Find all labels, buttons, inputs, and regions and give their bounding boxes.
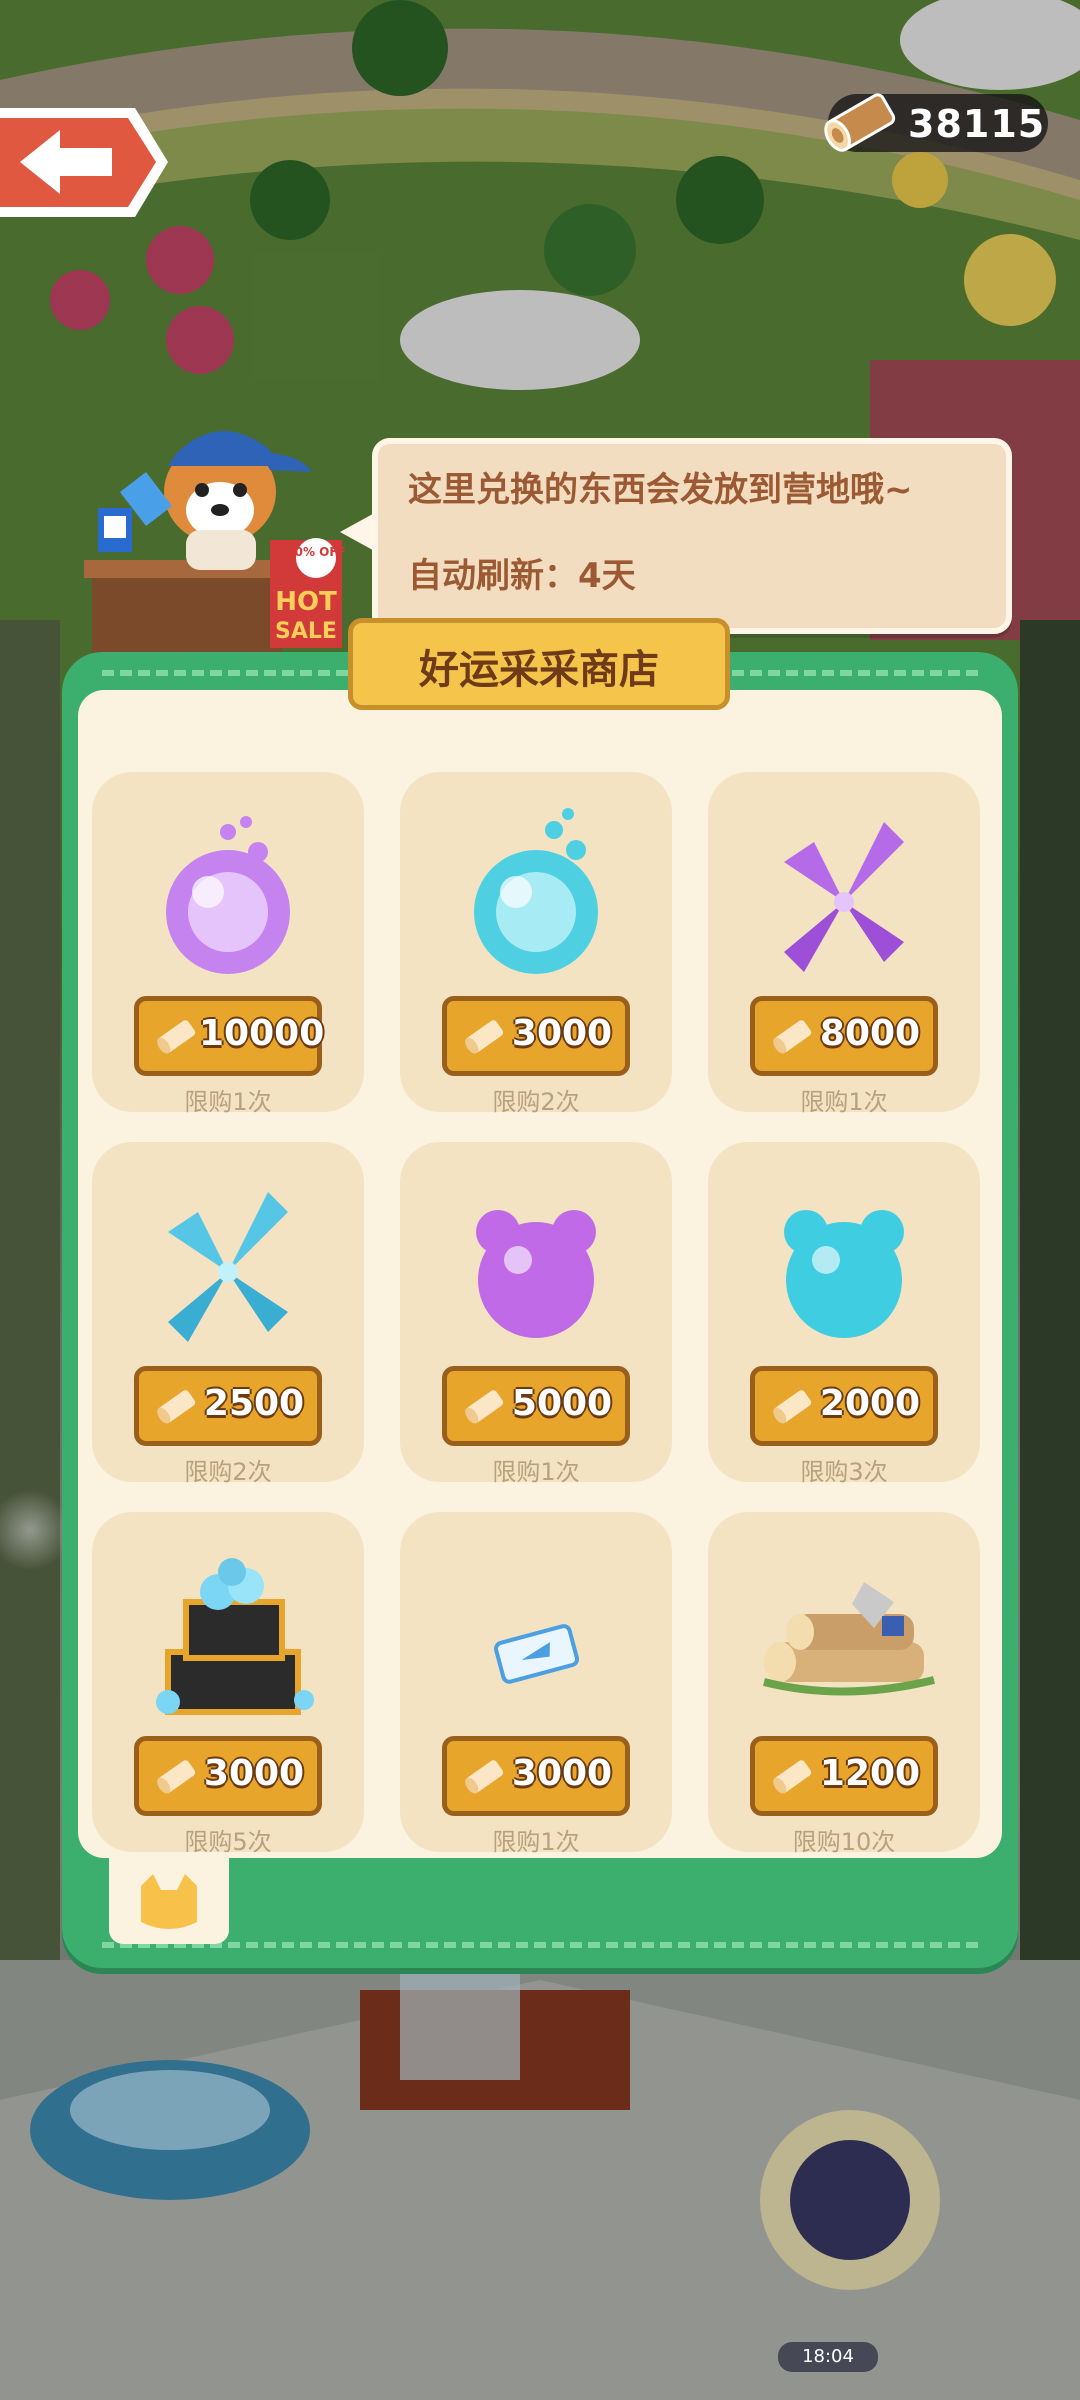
refresh-timer: 自动刷新：4天 (408, 556, 636, 596)
shop-item-purple-pinwheel[interactable]: 8000 限购1次 (708, 772, 980, 1116)
wood-log-icon (465, 1390, 504, 1424)
price-value: 2500 (203, 1383, 305, 1424)
wood-log-icon (824, 93, 896, 152)
hot-text: HOT (275, 587, 337, 617)
purchase-limit: 限购1次 (492, 1458, 580, 1486)
wood-logs-icon (763, 1582, 935, 1696)
delivery-note: 这里兑换的东西会发放到营地哦~ (408, 470, 913, 510)
price-value: 10000 (199, 1013, 325, 1054)
cat-tab-icon (141, 1874, 197, 1929)
purchase-limit: 限购2次 (184, 1458, 272, 1486)
shop-panel: 10000 限购1次 3000 限购2次 8000 限购1次 2500 限购2次… (62, 618, 1018, 1968)
category-tab-cat[interactable] (109, 1852, 229, 1944)
wood-log-icon (773, 1390, 812, 1424)
panel-dash-bottom (102, 1942, 978, 1948)
purchase-limit: 限购3次 (800, 1458, 888, 1486)
price-button[interactable]: 3000 (442, 996, 630, 1076)
shop-item-ticket[interactable]: 3000 限购1次 (400, 1512, 672, 1856)
purchase-limit: 限购1次 (492, 1828, 580, 1856)
price-value: 1200 (819, 1753, 921, 1794)
price-value: 3000 (511, 1013, 613, 1054)
shop-item-cyan-orb[interactable]: 3000 限购2次 (400, 772, 672, 1116)
wood-currency-counter: 38115 (824, 93, 1048, 152)
purple-pinwheel-icon (784, 822, 904, 972)
shop-item-purple-orb[interactable]: 10000 限购1次 (92, 772, 364, 1116)
cyan-bear-bubble-icon (784, 1210, 904, 1338)
shop-item-cyan-bear-bubble[interactable]: 2000 限购3次 (708, 1142, 980, 1486)
price-value: 3000 (203, 1753, 305, 1794)
price-button[interactable]: 2500 (134, 1366, 322, 1446)
wood-log-icon (773, 1760, 812, 1794)
price-value: 2000 (819, 1383, 921, 1424)
price-button[interactable]: 2000 (750, 1366, 938, 1446)
wood-log-icon (465, 1760, 504, 1794)
wood-log-icon (773, 1020, 812, 1054)
shop-item-gem-chest[interactable]: 3000 限购5次 (92, 1512, 364, 1856)
cyan-orb-icon (474, 808, 598, 974)
price-button[interactable]: 3000 (442, 1736, 630, 1816)
wood-log-icon (465, 1020, 504, 1054)
shop-item-cyan-pinwheel[interactable]: 2500 限购2次 (92, 1142, 364, 1486)
shop-item-purple-bear-bubble[interactable]: 5000 限购1次 (400, 1142, 672, 1486)
discount-text: 50% OFF (286, 545, 346, 559)
price-button[interactable]: 1200 (750, 1736, 938, 1816)
purple-bear-bubble-icon (476, 1210, 596, 1338)
ticket-icon (493, 1624, 580, 1684)
sale-text: SALE (275, 619, 337, 644)
shop-title: 好运采采商店 (419, 647, 659, 693)
gem-chest-icon (156, 1558, 314, 1715)
shopkeeper-dog: 50% OFF HOT SALE (84, 430, 346, 660)
purchase-limit: 限购1次 (800, 1088, 888, 1116)
purchase-limit: 限购2次 (492, 1088, 580, 1116)
back-button[interactable] (0, 100, 170, 225)
price-button[interactable]: 3000 (134, 1736, 322, 1816)
shop-item-wood-logs[interactable]: 1200 限购10次 (708, 1512, 980, 1856)
wood-log-icon (157, 1760, 196, 1794)
purchase-limit: 限购10次 (792, 1828, 896, 1856)
shop-title-tab: 好运采采商店 (348, 618, 730, 710)
price-button[interactable]: 10000 (134, 996, 325, 1076)
price-value: 8000 (819, 1013, 921, 1054)
price-button[interactable]: 8000 (750, 996, 938, 1076)
price-value: 3000 (511, 1753, 613, 1794)
cyan-pinwheel-icon (168, 1192, 288, 1342)
purchase-limit: 限购1次 (184, 1088, 272, 1116)
price-button[interactable]: 5000 (442, 1366, 630, 1446)
wood-log-icon (157, 1020, 196, 1054)
status-clock: 18:04 (778, 2342, 878, 2372)
speech-bubble: 这里兑换的东西会发放到营地哦~ 自动刷新：4天 (372, 438, 1012, 634)
price-value: 5000 (511, 1383, 613, 1424)
wood-log-icon (157, 1390, 196, 1424)
wood-amount: 38115 (908, 102, 1046, 146)
shop-grid: 10000 限购1次 3000 限购2次 8000 限购1次 2500 限购2次… (78, 690, 1002, 1858)
purple-orb-icon (166, 816, 290, 974)
